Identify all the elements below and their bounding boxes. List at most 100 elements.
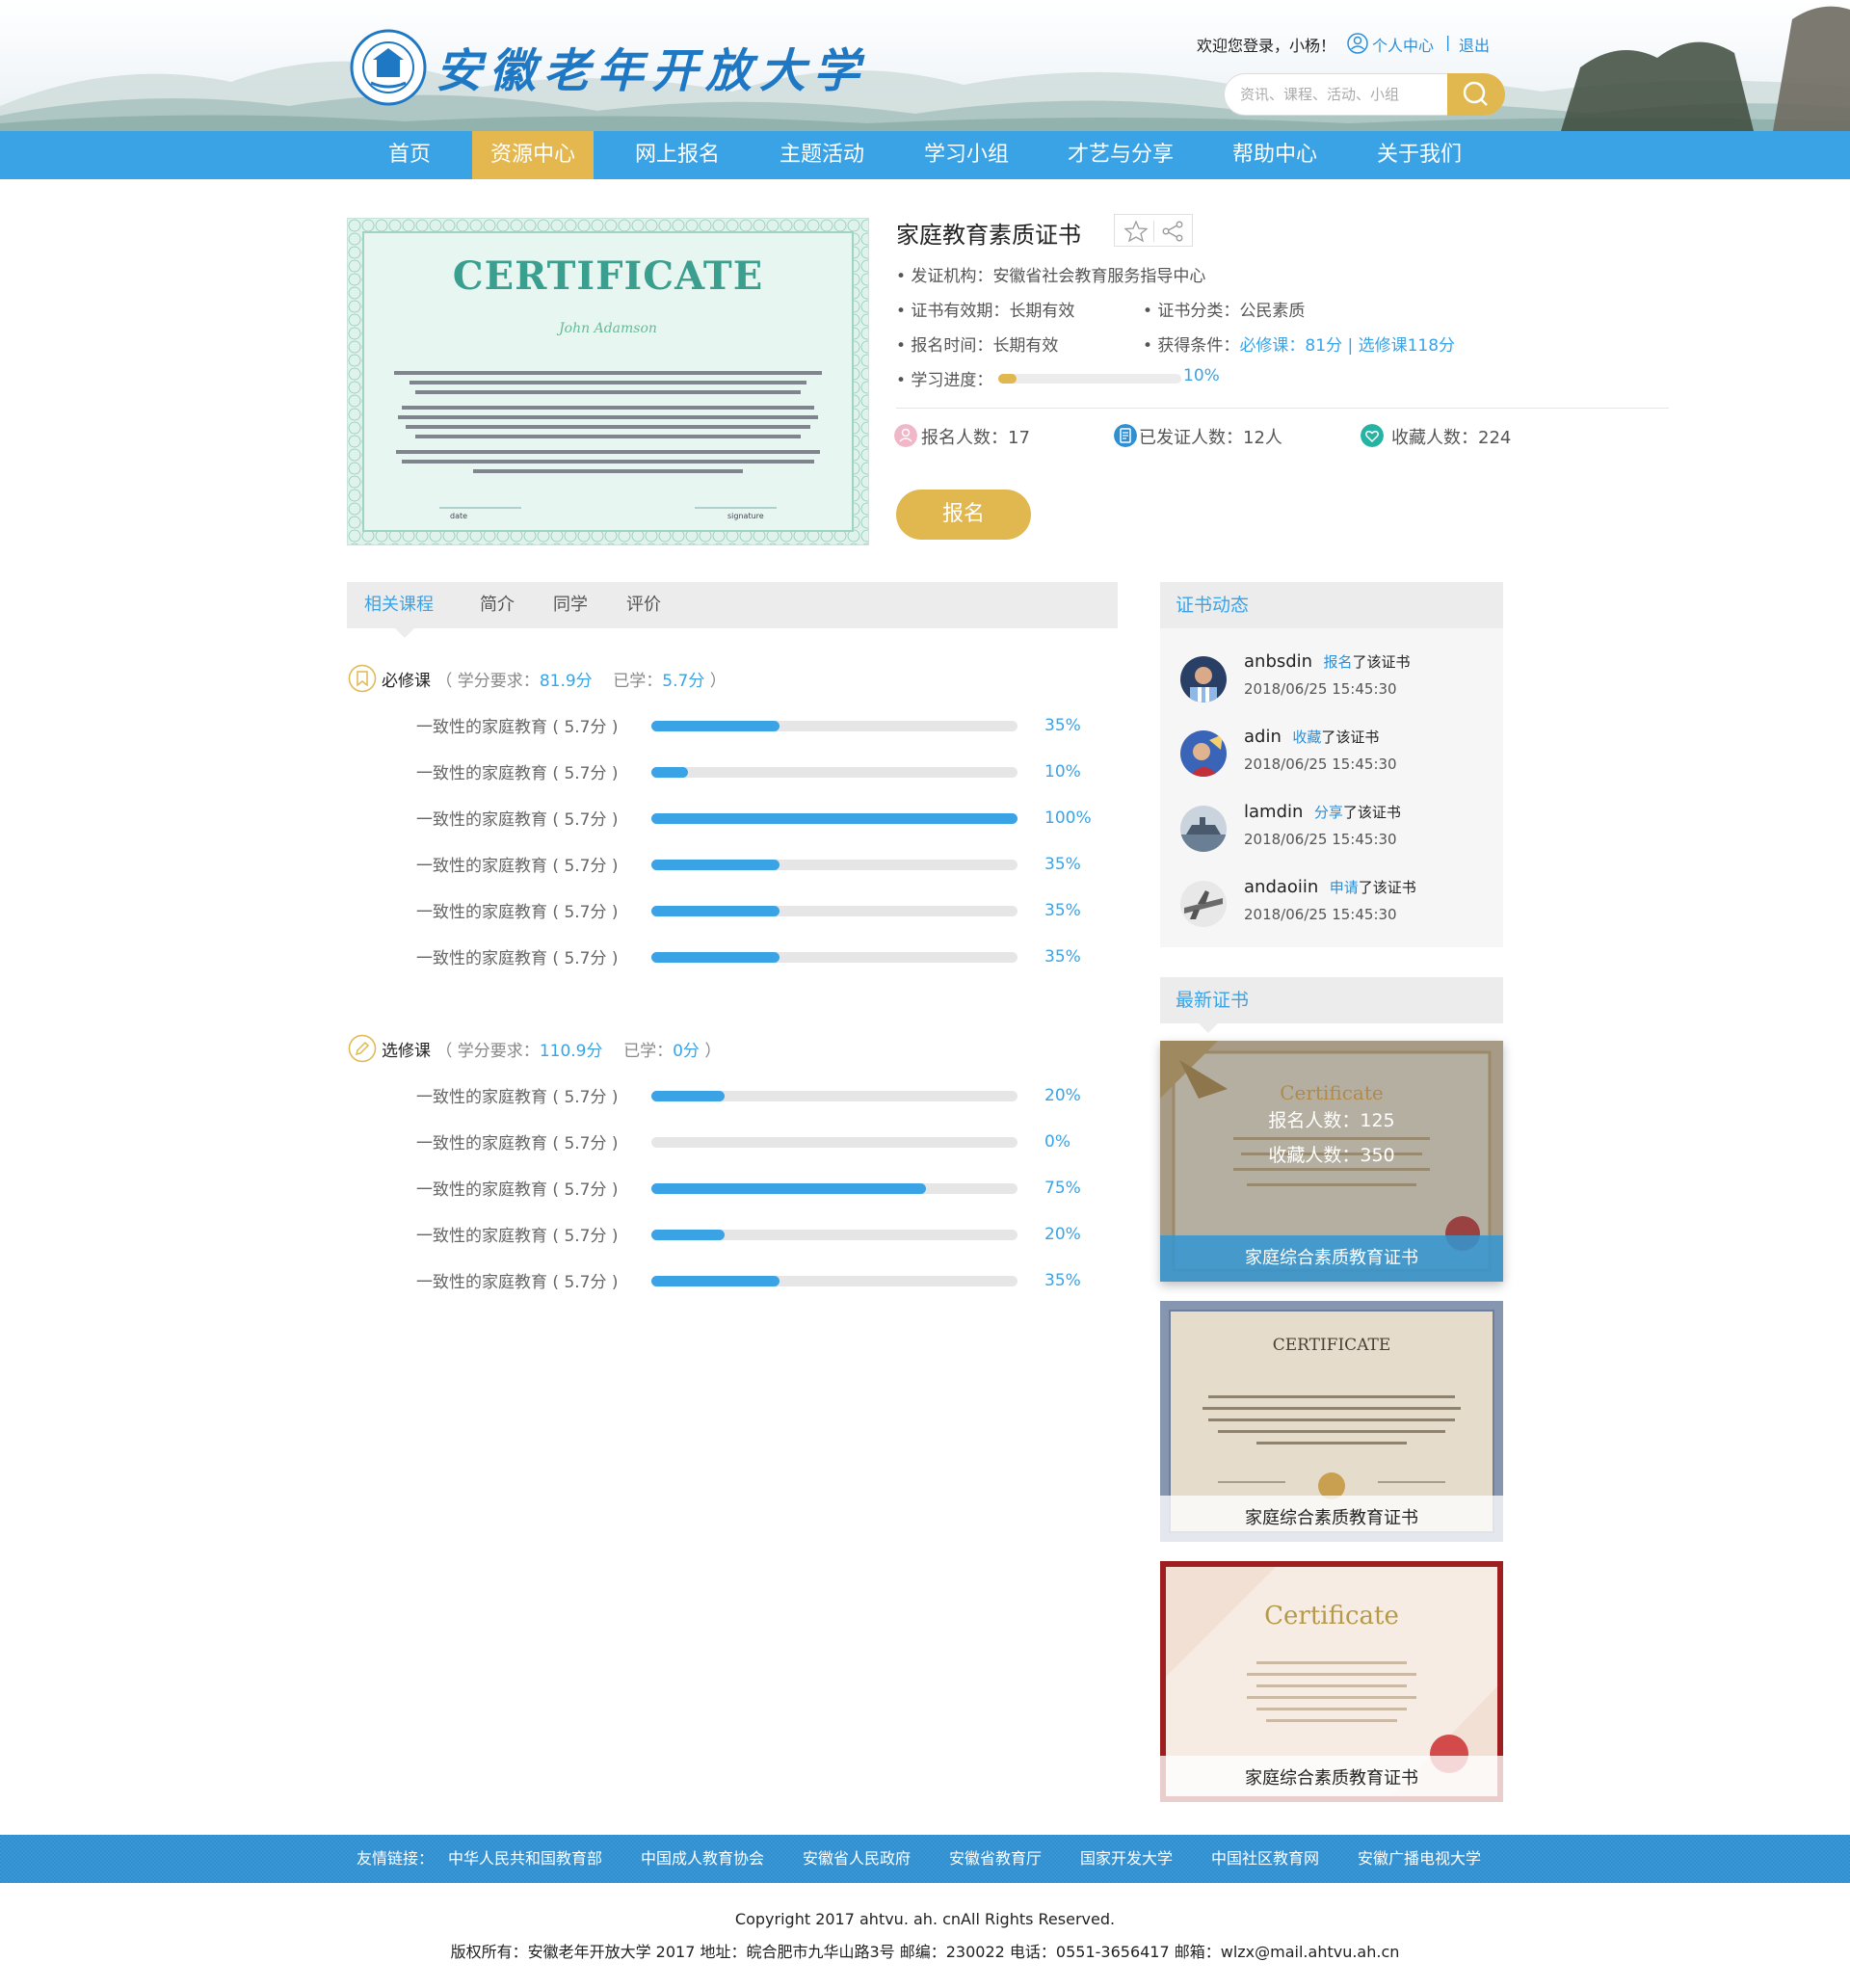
course-name[interactable]: 一致性的家庭教育 ( 5.7分 ) (416, 898, 619, 922)
course-progress-percent: 0% (1044, 1132, 1070, 1152)
main-nav: 首页 资源中心 网上报名 主题活动 学习小组 才艺与分享 帮助中心 关于我们 (0, 131, 1850, 179)
friend-link[interactable]: 安徽省人民政府 (803, 1835, 911, 1883)
latest-cert-card[interactable]: CERTIFICATE 家庭综合素质教育证书 (1160, 1301, 1503, 1542)
dynamic-user: anbsdin 报名了该证书 (1244, 651, 1411, 672)
course-name[interactable]: 一致性的家庭教育 ( 5.7分 ) (416, 713, 619, 737)
welcome-text: 欢迎您登录，小杨！ (1197, 37, 1336, 55)
friend-link[interactable]: 安徽省教育厅 (949, 1835, 1042, 1883)
tab-related-courses[interactable]: 相关课程 (364, 582, 434, 628)
certificate-signature-label: signature (727, 512, 764, 520)
study-progress-bar (998, 374, 1181, 384)
friend-link[interactable]: 中国社区教育网 (1211, 1835, 1319, 1883)
study-progress-fill (998, 374, 1017, 384)
fav-share-box (1114, 214, 1193, 247)
nav-item-home[interactable]: 首页 (376, 131, 443, 179)
dynamic-time: 2018/06/25 15:45:30 (1244, 680, 1397, 698)
latest-header-indicator (1199, 1023, 1218, 1033)
course-progress-bar (651, 860, 1018, 870)
nav-item-resources[interactable]: 资源中心 (472, 131, 594, 179)
tab-reviews[interactable]: 评价 (626, 582, 661, 628)
signup-count: 报名人数：17 (921, 428, 1030, 448)
validity-value: 长期有效 (1009, 302, 1075, 321)
dynamic-time: 2018/06/25 15:45:30 (1244, 906, 1397, 923)
signup-button[interactable]: 报名 (896, 490, 1031, 540)
tab-classmates[interactable]: 同学 (553, 582, 588, 628)
avatar[interactable] (1180, 881, 1227, 927)
elective-learned-credits: 0分 (673, 1042, 700, 1061)
nav-item-talent[interactable]: 才艺与分享 (1056, 131, 1185, 179)
course-name[interactable]: 一致性的家庭教育 ( 5.7分 ) (416, 1176, 619, 1200)
elective-credit-requirement: 110.9分 (539, 1042, 603, 1061)
course-progress-fill (651, 906, 780, 916)
course-progress-bar (651, 1091, 1018, 1101)
course-name[interactable]: 一致性的家庭教育 ( 5.7分 ) (416, 1083, 619, 1107)
course-progress-bar (651, 1230, 1018, 1240)
avatar[interactable] (1180, 806, 1227, 852)
course-progress-fill (651, 1091, 725, 1101)
header-separator: | (1445, 33, 1451, 51)
logout-link[interactable]: 退出 (1459, 33, 1490, 56)
friend-link[interactable]: 中国成人教育协会 (641, 1835, 764, 1883)
course-name[interactable]: 一致性的家庭教育 ( 5.7分 ) (416, 944, 619, 968)
personal-center-link[interactable]: 个人中心 (1372, 33, 1434, 56)
nav-item-study-groups[interactable]: 学习小组 (912, 131, 1021, 179)
required-title: 必修课 (382, 672, 431, 691)
category-value: 公民素质 (1239, 302, 1306, 321)
course-progress-fill (651, 813, 1018, 824)
course-progress-bar (651, 1183, 1018, 1194)
pencil-icon (348, 1034, 377, 1063)
latest-cert-card[interactable]: Certificate 报名人数：125 收藏人数：350 家庭综合素质教育证书 (1160, 1041, 1503, 1282)
nav-item-signup[interactable]: 网上报名 (622, 131, 732, 179)
avatar[interactable] (1180, 656, 1227, 702)
course-progress-fill (651, 1183, 926, 1194)
elective-title: 选修课 (382, 1042, 431, 1061)
elective-learned-prefix: 已学： (623, 1042, 674, 1061)
course-name[interactable]: 一致性的家庭教育 ( 5.7分 ) (416, 759, 619, 783)
required-credit-requirement: 81.9分 (539, 672, 593, 691)
course-progress-percent: 35% (1044, 947, 1081, 967)
search-button[interactable] (1447, 73, 1505, 116)
friend-link[interactable]: 国家开发大学 (1080, 1835, 1173, 1883)
nav-item-help[interactable]: 帮助中心 (1220, 131, 1330, 179)
latest-cert-heading: Certificate (1264, 1602, 1399, 1630)
course-name[interactable]: 一致性的家庭教育 ( 5.7分 ) (416, 1268, 619, 1292)
course-progress-bar (651, 952, 1018, 963)
dynamic-user: adin 收藏了该证书 (1244, 727, 1380, 747)
course-progress-percent: 35% (1044, 901, 1081, 920)
study-progress-percent: 10% (1183, 366, 1220, 385)
issuer-value: 安徽省社会教育服务指导中心 (992, 267, 1206, 286)
condition-value: 必修课：81分 | 选修课118分 (1239, 336, 1456, 356)
issued-count: 已发证人数：12人 (1139, 428, 1282, 448)
search-input[interactable] (1240, 82, 1433, 107)
star-icon[interactable] (1124, 221, 1148, 242)
favorites-count: 收藏人数：224 (1391, 428, 1512, 448)
course-name[interactable]: 一致性的家庭教育 ( 5.7分 ) (416, 1222, 619, 1246)
certificate-image: CERTIFICATE John Adamson date signature (347, 218, 869, 545)
validity-line: • 证书有效期：长期有效 (896, 297, 1074, 321)
avatar[interactable] (1180, 730, 1227, 777)
bookmark-icon (348, 664, 377, 693)
document-icon (1114, 424, 1137, 447)
tab-intro[interactable]: 简介 (480, 582, 515, 628)
required-learned-credits: 5.7分 (662, 672, 705, 691)
friend-link[interactable]: 中华人民共和国教育部 (448, 1835, 602, 1883)
course-progress-percent: 20% (1044, 1086, 1081, 1105)
signup-time-line: • 报名时间：长期有效 (896, 331, 1058, 356)
course-name[interactable]: 一致性的家庭教育 ( 5.7分 ) (416, 852, 619, 876)
course-name[interactable]: 一致性的家庭教育 ( 5.7分 ) (416, 806, 619, 830)
dynamic-user: lamdin 分享了该证书 (1244, 802, 1401, 822)
certificate-date-label: date (450, 512, 468, 520)
condition-label: • 获得条件： (1143, 336, 1240, 356)
latest-cert-card[interactable]: Certificate 家庭综合素质教育证书 (1160, 1561, 1503, 1802)
category-label: • 证书分类： (1143, 302, 1240, 321)
required-suffix: ） (709, 672, 727, 691)
issuer-label: • 发证机构： (896, 267, 993, 286)
university-logo[interactable] (350, 29, 427, 106)
share-icon[interactable] (1161, 221, 1184, 242)
course-name[interactable]: 一致性的家庭教育 ( 5.7分 ) (416, 1129, 619, 1153)
nav-item-about[interactable]: 关于我们 (1364, 131, 1474, 179)
course-progress-fill (651, 721, 780, 731)
course-progress-bar (651, 906, 1018, 916)
nav-item-activities[interactable]: 主题活动 (767, 131, 877, 179)
friend-link[interactable]: 安徽广播电视大学 (1358, 1835, 1481, 1883)
